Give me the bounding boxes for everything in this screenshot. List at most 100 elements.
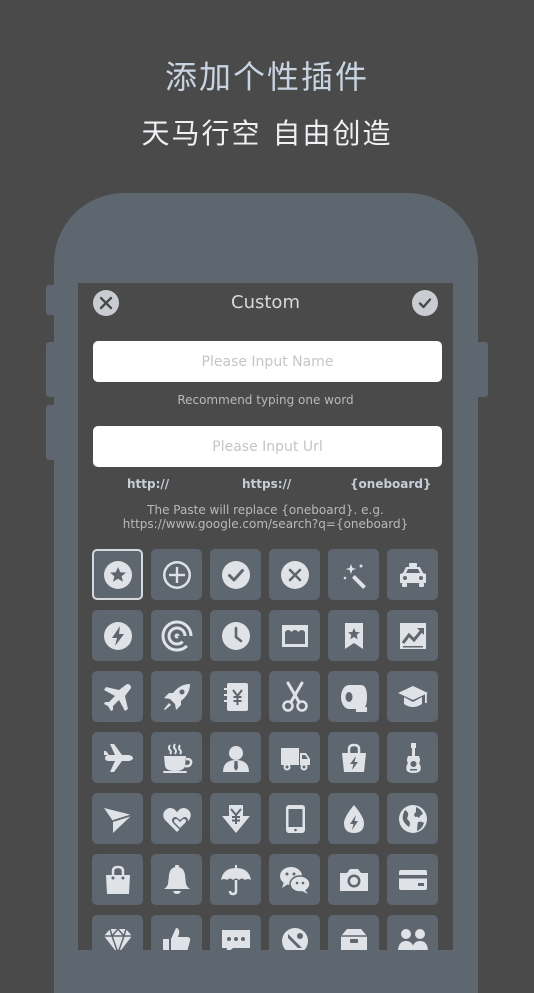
icon-option-toilet-paper[interactable]	[328, 671, 379, 722]
magic-wand-icon	[343, 563, 366, 589]
icon-option-tablet[interactable]	[269, 793, 320, 844]
icon-option-check-circle[interactable]	[210, 549, 261, 600]
check-circle-icon	[221, 560, 250, 589]
icon-option-umbrella[interactable]	[210, 854, 261, 905]
wechat-icon	[279, 866, 311, 894]
dialog-title: Custom	[231, 292, 300, 313]
taxi-icon	[399, 562, 426, 587]
rocket-icon	[163, 683, 190, 710]
credit-card-icon	[398, 869, 427, 890]
icon-option-bookmark-star[interactable]	[328, 610, 379, 661]
star-circle-icon	[103, 560, 132, 589]
icon-option-target[interactable]	[151, 610, 202, 661]
icon-option-food[interactable]	[269, 915, 320, 950]
promo-subheadline: 天马行空 自由创造	[141, 117, 393, 150]
icon-option-plus-circle[interactable]	[151, 549, 202, 600]
dialog-header: Custom	[78, 283, 453, 323]
icon-option-water-drop[interactable]	[328, 793, 379, 844]
name-input[interactable]	[93, 341, 442, 382]
icon-option-paper-plane[interactable]	[92, 793, 143, 844]
custom-dialog: Custom Recommend typing one word http://…	[78, 283, 453, 950]
icon-option-heart[interactable]	[151, 793, 202, 844]
food-icon	[281, 927, 308, 950]
icon-option-trend-chart[interactable]	[387, 610, 438, 661]
tablet-icon	[285, 804, 305, 833]
bookmark-star-icon	[344, 622, 363, 649]
icon-option-credit-card[interactable]	[387, 854, 438, 905]
heart-icon	[162, 807, 191, 832]
shortcut-http[interactable]: http://	[127, 477, 169, 491]
icon-option-person[interactable]	[210, 732, 261, 783]
phone-power-button	[478, 342, 488, 397]
paste-hint: The Paste will replace {oneboard}. e.g. …	[78, 503, 453, 531]
url-input[interactable]	[93, 426, 442, 467]
icon-option-wechat[interactable]	[269, 854, 320, 905]
icon-option-bell[interactable]	[151, 854, 202, 905]
icon-option-rocket[interactable]	[151, 671, 202, 722]
icon-option-lightning-circle[interactable]	[92, 610, 143, 661]
shortcut-oneboard[interactable]: {oneboard}	[350, 477, 431, 491]
icon-option-x-circle[interactable]	[269, 549, 320, 600]
graduation-cap-icon	[397, 685, 428, 707]
icon-option-box[interactable]	[328, 915, 379, 950]
icon-option-camera[interactable]	[328, 854, 379, 905]
toilet-paper-icon	[340, 684, 367, 712]
shortcut-https[interactable]: https://	[242, 477, 291, 491]
scissors-icon	[281, 681, 308, 712]
icon-option-plane[interactable]	[92, 671, 143, 722]
url-shortcuts: http:// https:// {oneboard}	[78, 477, 453, 493]
icon-grid	[92, 549, 438, 950]
shop-icon	[281, 624, 308, 647]
promo-headline: 添加个性插件	[164, 58, 369, 96]
icon-option-yen-download[interactable]	[210, 793, 261, 844]
group-icon	[397, 928, 428, 950]
icon-option-scissors[interactable]	[269, 671, 320, 722]
icon-option-star-circle[interactable]	[92, 549, 143, 600]
globe-icon	[398, 804, 427, 833]
airplane-icon	[103, 743, 133, 772]
icon-option-guitar[interactable]	[387, 732, 438, 783]
x-circle-icon	[280, 560, 309, 589]
target-icon	[161, 620, 194, 653]
thumb-up-icon	[162, 927, 190, 950]
confirm-button[interactable]	[412, 290, 438, 316]
icon-option-chat-dots[interactable]	[210, 915, 261, 950]
icon-option-airplane[interactable]	[92, 732, 143, 783]
icon-option-thumb-up[interactable]	[151, 915, 202, 950]
icon-option-yen-notebook[interactable]	[210, 671, 261, 722]
charging-bag-icon	[341, 743, 366, 772]
icon-option-shopping-bag[interactable]	[92, 854, 143, 905]
trend-chart-icon	[399, 622, 426, 649]
water-drop-icon	[343, 804, 364, 833]
paste-hint-line-1: The Paste will replace {oneboard}. e.g.	[147, 503, 384, 517]
name-hint: Recommend typing one word	[177, 393, 354, 407]
lightning-circle-icon	[103, 621, 132, 650]
icon-option-diamond[interactable]	[92, 915, 143, 950]
chat-dots-icon	[221, 929, 250, 950]
icon-option-taxi[interactable]	[387, 549, 438, 600]
paper-plane-icon	[103, 807, 132, 833]
icon-option-coffee-cup[interactable]	[151, 732, 202, 783]
box-icon	[340, 928, 367, 950]
shopping-bag-icon	[105, 865, 130, 894]
diamond-icon	[103, 927, 132, 950]
icon-option-truck[interactable]	[269, 732, 320, 783]
icon-option-graduation-cap[interactable]	[387, 671, 438, 722]
icon-option-globe[interactable]	[387, 793, 438, 844]
truck-icon	[280, 747, 310, 770]
paste-hint-line-2: https://www.google.com/search?q={oneboar…	[122, 517, 409, 531]
umbrella-icon	[220, 864, 251, 895]
icon-option-clock[interactable]	[210, 610, 261, 661]
icon-option-group[interactable]	[387, 915, 438, 950]
icon-option-charging-bag[interactable]	[328, 732, 379, 783]
person-icon	[222, 745, 249, 772]
plus-circle-icon	[162, 560, 191, 589]
plane-icon	[103, 683, 131, 711]
icon-option-magic-wand[interactable]	[328, 549, 379, 600]
guitar-icon	[405, 742, 421, 773]
clock-icon	[221, 621, 250, 650]
yen-download-icon	[221, 804, 250, 833]
icon-option-shop[interactable]	[269, 610, 320, 661]
coffee-cup-icon	[162, 742, 192, 773]
yen-notebook-icon	[223, 682, 248, 711]
